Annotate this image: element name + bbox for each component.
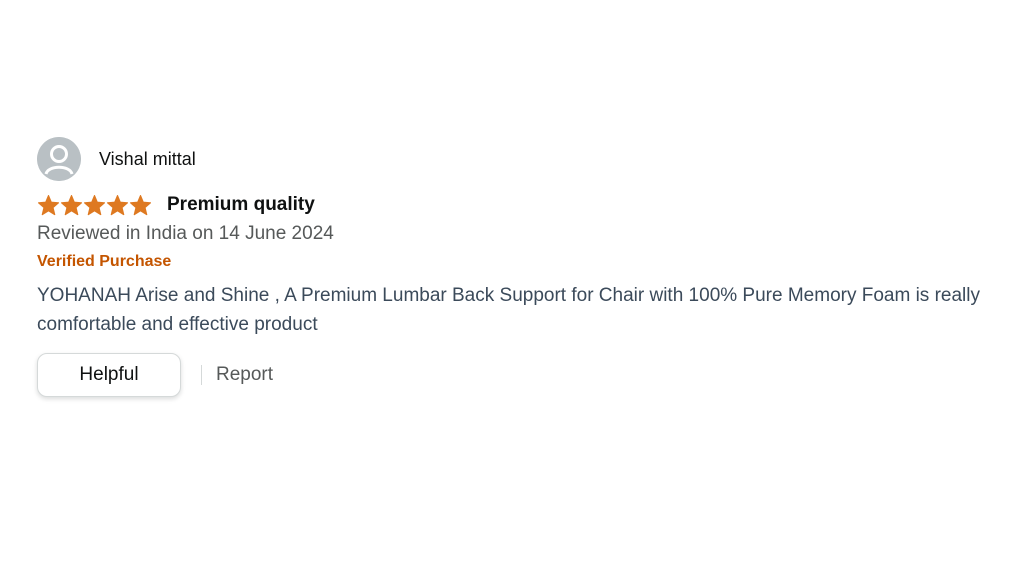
review-title[interactable]: Premium quality [167,194,315,216]
verified-purchase-badge: Verified Purchase [37,253,172,270]
reviewer-name[interactable]: Vishal mittal [99,149,196,170]
review-title-row: Premium quality [37,191,1012,219]
star-icon [106,194,129,215]
star-rating[interactable] [37,194,152,217]
star-icon [83,194,106,215]
star-icon [129,194,152,215]
star-icon [60,194,83,215]
helpful-button[interactable]: Helpful [37,353,181,397]
review-date: Reviewed in India on 14 June 2024 [37,223,334,244]
user-silhouette-icon [37,137,81,181]
review-body: YOHANAH Arise and Shine , A Premium Lumb… [37,285,980,335]
report-link[interactable]: Report [216,364,273,386]
review-actions: Helpful Report [37,353,1012,397]
reviewer-profile[interactable]: Vishal mittal [37,137,1012,181]
star-icon [37,194,60,215]
avatar [37,137,81,181]
action-divider [201,365,202,385]
review-card: Vishal mittal Premium quality Reviewed i… [37,137,1012,397]
